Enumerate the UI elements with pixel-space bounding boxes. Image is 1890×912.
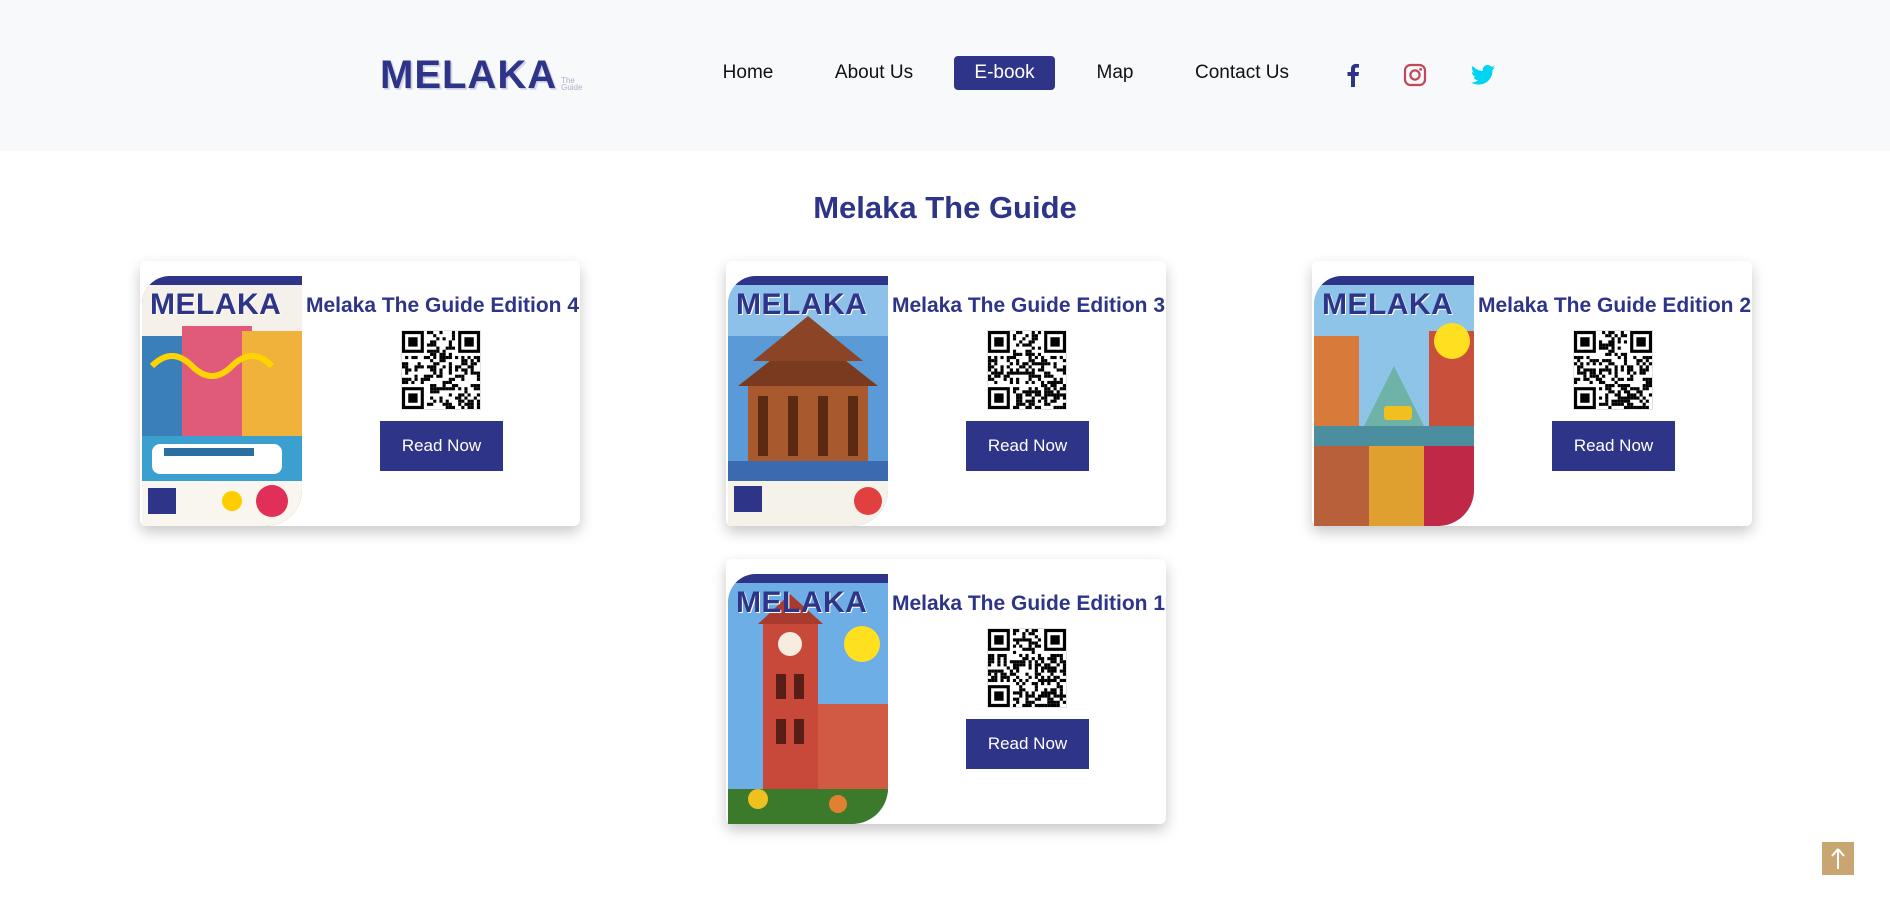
cover-title: MELAKA <box>736 586 868 619</box>
facebook-icon[interactable] <box>1338 60 1368 90</box>
nav-ebook[interactable]: E-book <box>954 56 1055 90</box>
cover-title: MELAKA <box>150 288 282 321</box>
card-title: Melaka The Guide Edition 4 <box>305 294 580 317</box>
ebook-card-edition-4: MELAKA Melaka The Guide Edition 4 Read N… <box>140 261 580 526</box>
read-now-button[interactable]: Read Now <box>966 719 1089 769</box>
cover-image-edition-4[interactable]: MELAKA <box>142 276 302 526</box>
scroll-to-top-button[interactable] <box>1822 842 1854 875</box>
nav-map[interactable]: Map <box>1090 56 1140 90</box>
nav-about-us[interactable]: About Us <box>832 56 916 90</box>
cover-title: MELAKA <box>736 288 868 321</box>
twitter-icon[interactable] <box>1468 60 1498 90</box>
card-title: Melaka The Guide Edition 1 <box>891 592 1166 615</box>
ebook-card-edition-2: MELAKA Melaka The Guide Edition 2 Read N… <box>1312 261 1752 526</box>
ebook-card-edition-3: MELAKA Melaka The Guide Edition 3 Read N… <box>726 261 1166 526</box>
cover-image-edition-3[interactable]: MELAKA <box>728 276 888 526</box>
site-logo[interactable]: MELAKA The Guide <box>380 50 582 97</box>
logo-text: MELAKA <box>380 53 558 97</box>
qr-code <box>401 330 481 410</box>
read-now-button[interactable]: Read Now <box>1552 421 1675 471</box>
site-header: MELAKA The Guide Home About Us E-book Ma… <box>0 0 1890 151</box>
card-title: Melaka The Guide Edition 2 <box>1477 294 1752 317</box>
instagram-icon[interactable] <box>1400 60 1430 90</box>
read-now-button[interactable]: Read Now <box>380 421 503 471</box>
qr-code <box>987 330 1067 410</box>
cover-title: MELAKA <box>1322 288 1454 321</box>
nav-home[interactable]: Home <box>716 56 780 90</box>
logo-subtext: The Guide <box>561 75 583 92</box>
qr-code <box>1573 330 1653 410</box>
arrow-up-icon <box>1831 847 1845 869</box>
ebook-card-edition-1: MELAKA Melaka The Guide Edition 1 Read N… <box>726 559 1166 824</box>
card-title: Melaka The Guide Edition 3 <box>891 294 1166 317</box>
cover-image-edition-2[interactable]: MELAKA <box>1314 276 1474 526</box>
cover-image-edition-1[interactable]: MELAKA <box>728 574 888 824</box>
nav-contact-us[interactable]: Contact Us <box>1192 56 1292 90</box>
page-title: Melaka The Guide <box>813 190 1077 225</box>
qr-code <box>987 628 1067 708</box>
read-now-button[interactable]: Read Now <box>966 421 1089 471</box>
